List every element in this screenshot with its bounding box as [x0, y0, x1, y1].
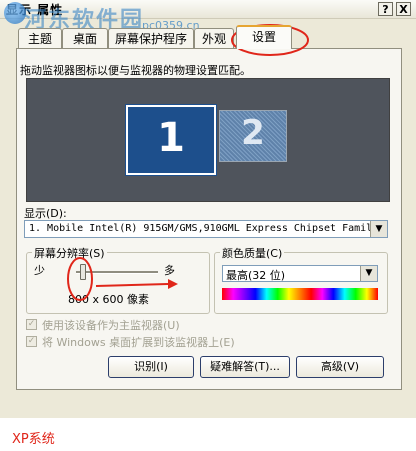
slider-highlight-circle — [67, 257, 93, 301]
tab-settings-label: 设置 — [251, 30, 276, 44]
caption-label: XP系统 — [12, 432, 55, 447]
arrow-line — [95, 283, 169, 287]
annotation-overlay — [67, 24, 309, 301]
tab-settings[interactable]: 设置 — [236, 25, 292, 49]
arrow-head — [168, 279, 178, 289]
